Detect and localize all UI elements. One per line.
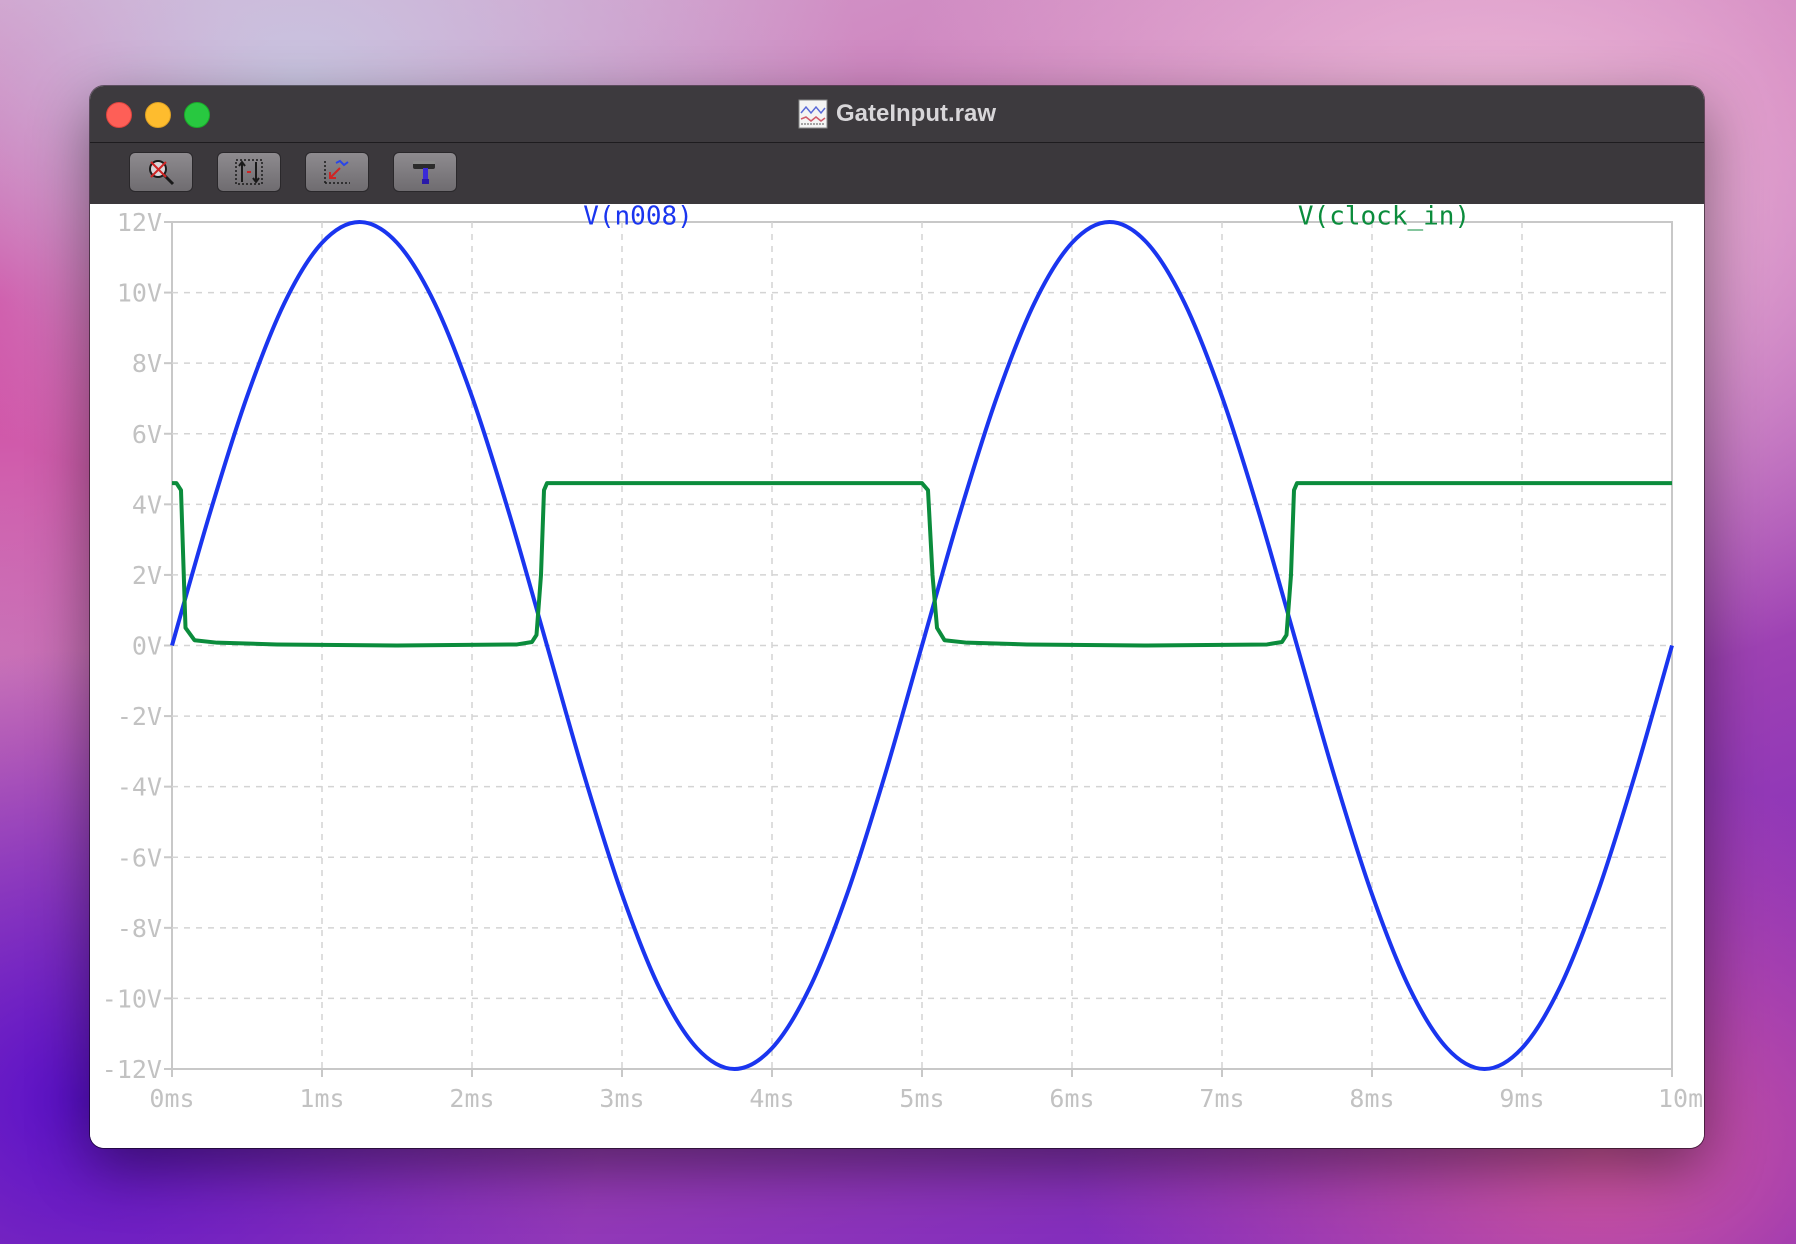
x-tick-label: 9ms (1499, 1084, 1544, 1113)
zoom-cancel-button[interactable] (129, 152, 193, 192)
waveform-document-icon (798, 99, 828, 129)
x-tick-label: 8ms (1349, 1084, 1394, 1113)
hammer-button[interactable] (393, 152, 457, 192)
y-tick-label: 4V (132, 490, 162, 519)
x-tick-label: 6ms (1049, 1084, 1094, 1113)
x-tick-label: 7ms (1199, 1084, 1244, 1113)
y-tick-label: 0V (132, 632, 162, 661)
x-tick-label: 3ms (599, 1084, 644, 1113)
y-tick-label: -4V (117, 773, 162, 802)
y-tick-label: 12V (117, 208, 162, 237)
y-tick-label: 10V (117, 279, 162, 308)
x-tick-label: 0ms (149, 1084, 194, 1113)
legend-label[interactable]: V(clock_in) (1298, 204, 1470, 232)
y-tick-label: -6V (117, 843, 162, 872)
waveform-chart[interactable]: 12V 10V 8V 6V 4V 2V 0V -2V -4V -6V -8V -10V -12V 0ms… (90, 204, 1704, 1148)
title-bar[interactable]: GateInput.raw (90, 86, 1704, 143)
waveform-plot[interactable]: 12V 10V 8V 6V 4V 2V 0V -2V -4V -6V -8V -10V -12V 0ms… (90, 204, 1704, 1148)
autorange-button[interactable] (217, 152, 281, 192)
y-tick-label: 2V (132, 561, 162, 590)
window-title-area: GateInput.raw (90, 86, 1704, 142)
hammer-icon (413, 161, 435, 184)
zoom-back-icon (324, 159, 350, 184)
x-tick-label: 5ms (899, 1084, 944, 1113)
window-title: GateInput.raw (835, 100, 997, 127)
waveform-window: GateInput.raw 12V 10V 8V 6V 4V 2V 0V -2V… (90, 86, 1704, 1148)
y-tick-label: -8V (117, 914, 162, 943)
y-tick-label: -2V (117, 702, 162, 731)
y-tick-label: -12V (102, 1055, 162, 1084)
x-tick-label: 10ms (1658, 1084, 1704, 1113)
x-tick-label: 1ms (299, 1084, 344, 1113)
zoom-back-button[interactable] (305, 152, 369, 192)
y-tick-label: 8V (132, 349, 162, 378)
x-tick-label: 4ms (749, 1084, 794, 1113)
y-tick-label: -10V (102, 984, 162, 1013)
y-tick-label: 6V (132, 420, 162, 449)
autorange-icon (235, 159, 263, 185)
zoom-cancel-icon (149, 160, 175, 186)
x-tick-label: 2ms (449, 1084, 494, 1113)
legend-label[interactable]: V(n008) (583, 204, 693, 232)
toolbar (90, 143, 1704, 204)
